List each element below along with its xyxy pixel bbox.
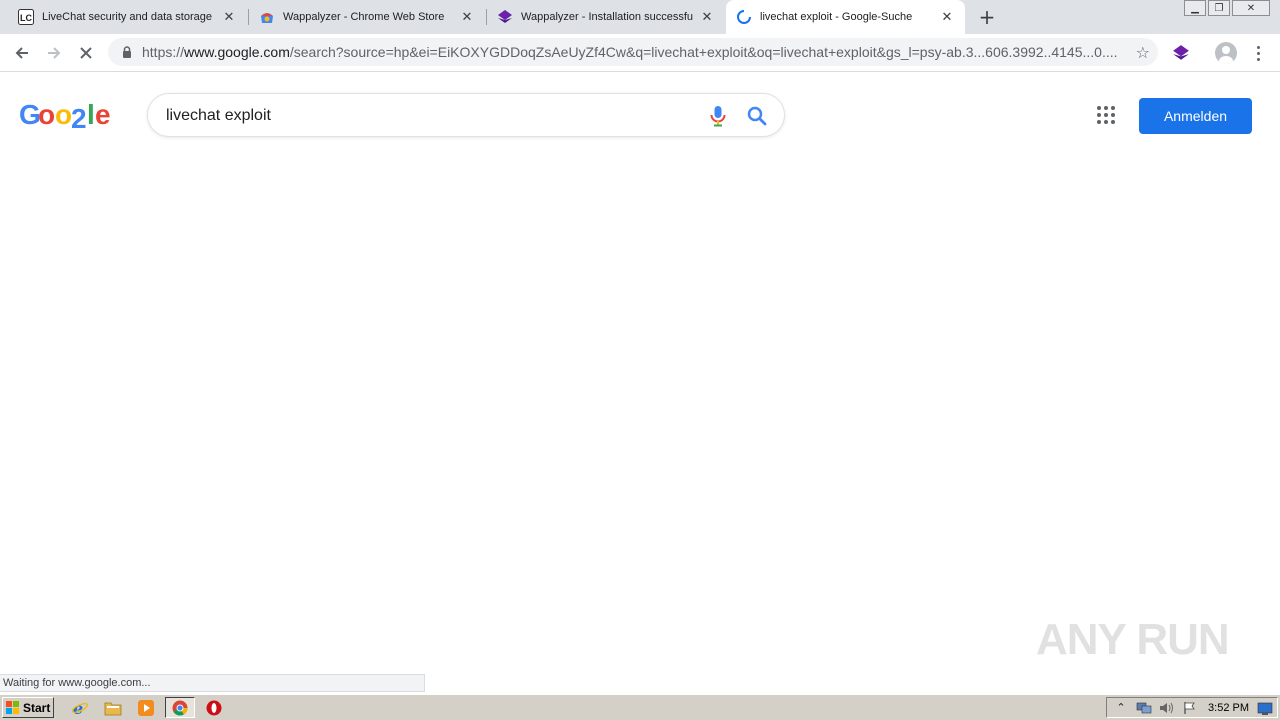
show-desktop-icon[interactable] [1257,701,1273,715]
search-icon[interactable] [746,105,768,127]
svg-text:e: e [95,99,110,130]
browser-toolbar: https://www.google.com/search?source=hp&… [0,34,1280,72]
livechat-lc-icon: LC [18,9,34,25]
svg-text:ANY RUN: ANY RUN [1036,615,1229,664]
back-button[interactable] [9,40,35,66]
tab-google-search[interactable]: livechat exploit - Google-Suche ✕ [726,0,965,34]
internet-explorer-icon[interactable]: e [70,698,90,718]
wappalyzer-extension-icon[interactable] [1172,44,1190,62]
svg-text:l: l [87,99,94,130]
close-icon[interactable]: ✕ [459,9,475,25]
chrome-icon [172,700,188,716]
tab-title: Wappalyzer - Installation successful [521,11,693,23]
chrome-menu-icon[interactable] [1250,42,1266,64]
minimize-button[interactable]: ▁ [1184,0,1206,16]
google-apps-icon[interactable] [1097,106,1117,126]
close-window-button[interactable]: ✕ [1232,0,1270,16]
close-icon[interactable]: ✕ [939,9,955,25]
network-icon[interactable] [1135,700,1153,716]
microphone-icon[interactable] [708,105,728,127]
search-input[interactable] [166,104,686,128]
profile-avatar-icon[interactable] [1215,42,1237,64]
search-box [147,93,785,137]
volume-icon[interactable] [1158,700,1176,716]
media-player-icon[interactable] [136,698,156,718]
tab-wappalyzer[interactable]: Wappalyzer - Installation successful ✕ [487,0,725,34]
tab-title: livechat exploit - Google-Suche [760,11,913,23]
stop-x-icon [80,47,92,59]
google-doodle-logo[interactable]: G o o 2 l e [19,96,113,134]
tab-livechat[interactable]: LC LiveChat security and data storage | … [0,0,247,34]
clock[interactable]: 3:52 PM [1208,702,1249,714]
svg-text:G: G [19,99,40,130]
forward-button[interactable] [41,40,67,66]
svg-text:o: o [38,99,55,130]
forward-arrow-icon [48,47,61,59]
start-label: Start [23,700,51,715]
windows-taskbar: Start e ⌃ 3:52 PM [0,694,1280,720]
stop-loading-button[interactable] [73,40,99,66]
status-bubble: Waiting for www.google.com... [0,674,425,692]
address-bar[interactable]: https://www.google.com/search?source=hp&… [108,38,1158,66]
url-text: https://www.google.com/search?source=hp&… [142,44,1118,60]
close-icon[interactable]: ✕ [221,9,237,25]
file-explorer-icon[interactable] [103,698,123,718]
new-tab-button[interactable]: + [976,5,998,29]
sign-in-button[interactable]: Anmelden [1139,98,1252,134]
svg-text:o: o [55,99,72,130]
bookmark-star-icon[interactable]: ☆ [1136,43,1150,62]
tab-strip: LC LiveChat security and data storage | … [0,0,1280,34]
back-arrow-icon [15,47,28,59]
wappalyzer-icon [497,9,513,25]
tab-title: Wappalyzer - Chrome Web Store [283,11,445,23]
show-hidden-icons-icon[interactable]: ⌃ [1112,700,1130,716]
chrome-taskbar-button[interactable] [165,697,195,718]
windows-logo-icon [6,700,19,714]
start-button[interactable]: Start [2,697,54,718]
loading-spinner-icon [736,9,752,25]
anyrun-watermark: ANY RUN [1036,606,1236,672]
svg-text:LC: LC [20,13,32,23]
svg-text:2: 2 [71,103,86,134]
lock-icon [120,45,134,59]
action-center-flag-icon[interactable] [1181,700,1199,716]
system-tray: ⌃ 3:52 PM [1106,697,1278,718]
tab-chrome-web-store[interactable]: Wappalyzer - Chrome Web Store ✕ [249,0,485,34]
chrome-web-store-icon [259,9,275,25]
tab-title: LiveChat security and data storage | [42,11,215,23]
close-icon[interactable]: ✕ [699,9,715,25]
restore-button[interactable]: ❐ [1208,0,1230,16]
opera-icon[interactable] [204,698,224,718]
